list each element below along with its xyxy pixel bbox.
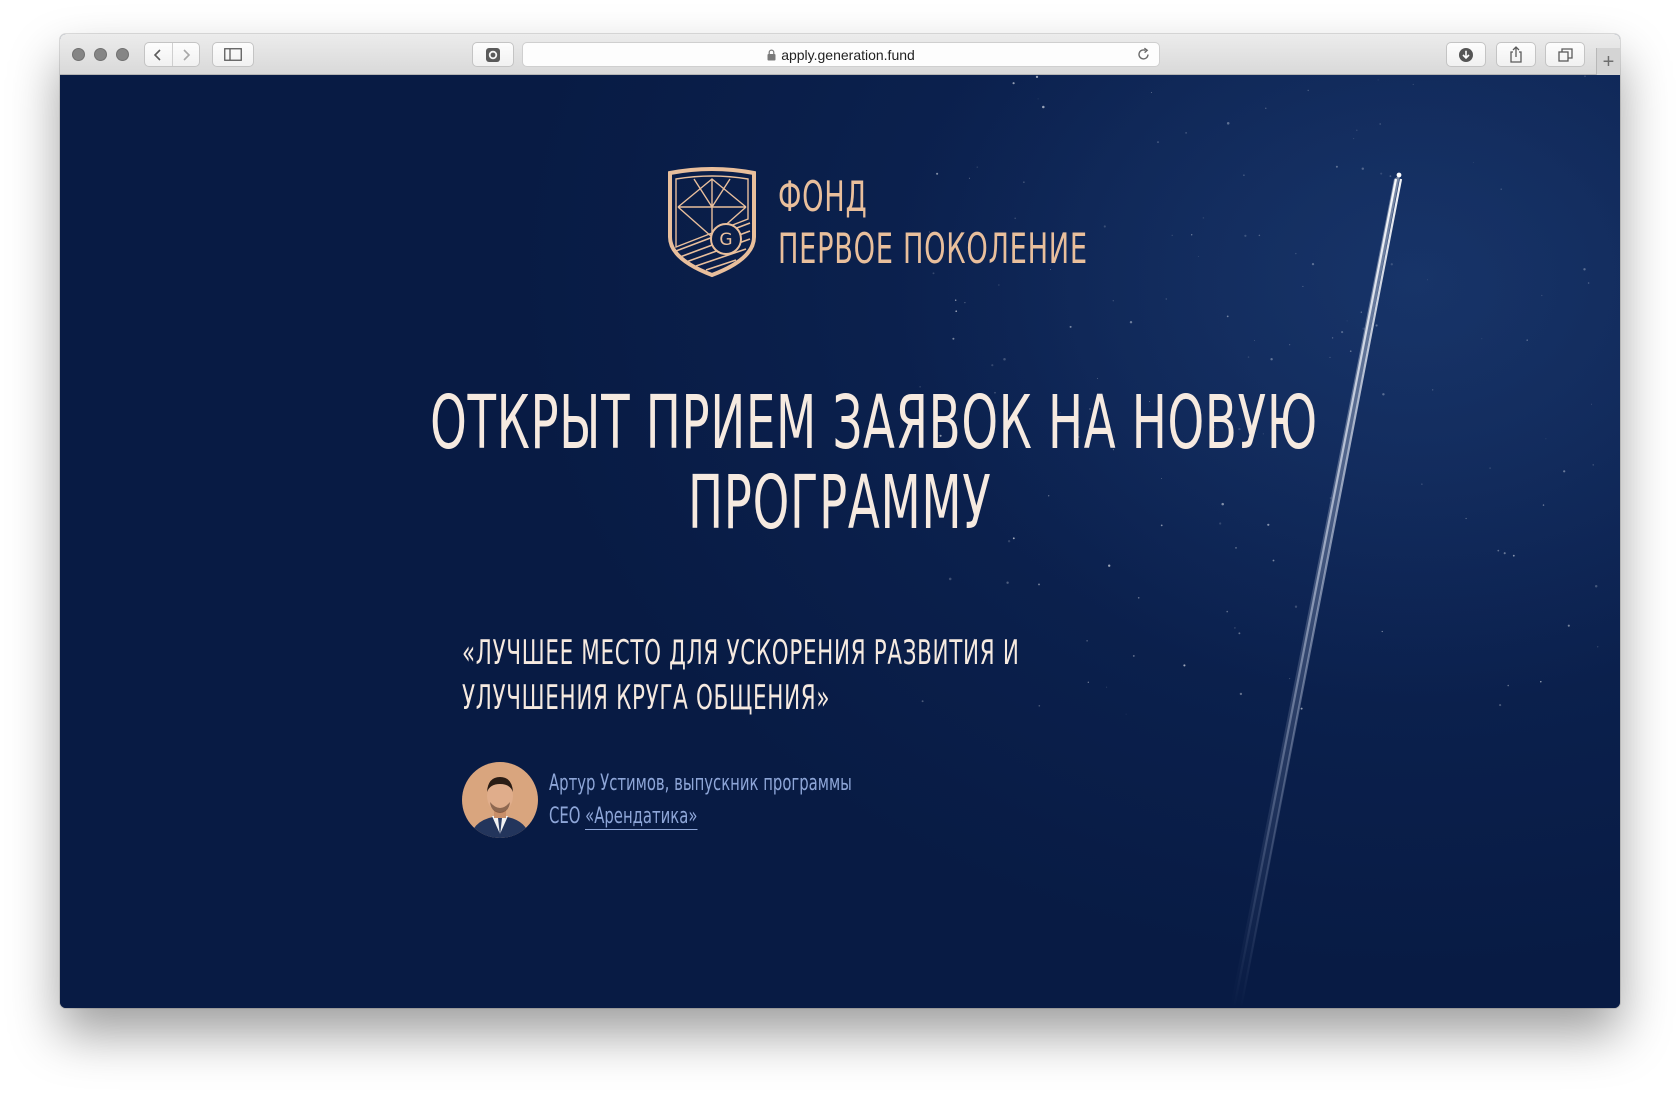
headline-line-1: ОТКРЫТ ПРИЕМ ЗАЯВОК НА НОВУЮ	[430, 380, 1318, 466]
zoom-window-icon[interactable]	[116, 48, 129, 61]
quote-line-1: «ЛУЧШЕЕ МЕСТО ДЛЯ УСКОРЕНИЯ РАЗВИТИЯ И	[462, 633, 1020, 673]
emblem-letter: G	[719, 230, 732, 250]
author-name: Артур Устимов, выпускник программы	[549, 771, 852, 796]
page-headline: ОТКРЫТ ПРИЕМ ЗАЯВОК НА НОВУЮ ПРОГРАММУ	[240, 383, 1440, 543]
close-window-icon[interactable]	[72, 48, 85, 61]
back-button[interactable]	[145, 43, 172, 66]
logo-line-2: ПЕРВОЕ ПОКОЛЕНИЕ	[778, 224, 1088, 273]
reader-icon	[486, 47, 500, 62]
address-bar[interactable]: apply.generation.fund	[522, 42, 1160, 67]
download-icon	[1459, 47, 1473, 62]
landing-page: G ФОНД ПЕРВОЕ ПОКОЛЕНИЕ ОТКРЫТ ПРИЕМ ЗАЯ…	[60, 75, 1620, 1008]
company-link[interactable]: «Арендатика»	[585, 804, 698, 830]
chevron-left-icon	[154, 48, 161, 61]
show-tabs-button[interactable]	[1545, 42, 1585, 67]
plus-icon: +	[1602, 50, 1615, 73]
sidebar-button[interactable]	[212, 42, 254, 67]
tabs-overview-icon	[1557, 47, 1573, 62]
author-role-line: CEO «Арендатика»	[549, 800, 852, 833]
author-avatar	[462, 762, 538, 838]
testimonial-author: Артур Устимов, выпускник программы CEO «…	[462, 762, 953, 838]
sidebar-icon	[224, 48, 242, 61]
logo-wordmark: ФОНД ПЕРВОЕ ПОКОЛЕНИЕ	[778, 171, 1088, 275]
downloads-button[interactable]	[1446, 42, 1486, 67]
reader-button[interactable]	[472, 42, 514, 67]
minimize-window-icon[interactable]	[94, 48, 107, 61]
shield-emblem-icon: G	[668, 167, 756, 278]
navigation-buttons	[144, 42, 200, 67]
testimonial-quote: «ЛУЧШЕЕ МЕСТО ДЛЯ УСКОРЕНИЯ РАЗВИТИЯ И У…	[462, 631, 1362, 721]
browser-toolbar: apply.generation.fund +	[60, 34, 1620, 75]
url-text: apply.generation.fund	[781, 46, 915, 63]
quote-line-2: УЛУЧШЕНИЯ КРУГА ОБЩЕНИЯ»	[462, 678, 831, 718]
lock-icon	[767, 49, 776, 60]
logo-line-1: ФОНД	[778, 172, 868, 221]
forward-button[interactable]	[171, 43, 200, 66]
new-tab-button[interactable]: +	[1596, 48, 1620, 75]
fund-logo[interactable]: G ФОНД ПЕРВОЕ ПОКОЛЕНИЕ	[666, 167, 1208, 279]
share-icon	[1510, 46, 1522, 63]
share-button[interactable]	[1496, 42, 1536, 67]
browser-window: apply.generation.fund + G ФОНД ПЕРВОЕ ПО…	[60, 34, 1620, 1008]
author-info: Артур Устимов, выпускник программы CEO «…	[549, 767, 953, 833]
headline-line-2: ПРОГРАММУ	[688, 460, 992, 546]
reload-icon[interactable]	[1136, 47, 1151, 62]
chevron-right-icon	[183, 48, 190, 61]
window-controls	[72, 48, 129, 61]
author-role: CEO	[549, 804, 581, 829]
